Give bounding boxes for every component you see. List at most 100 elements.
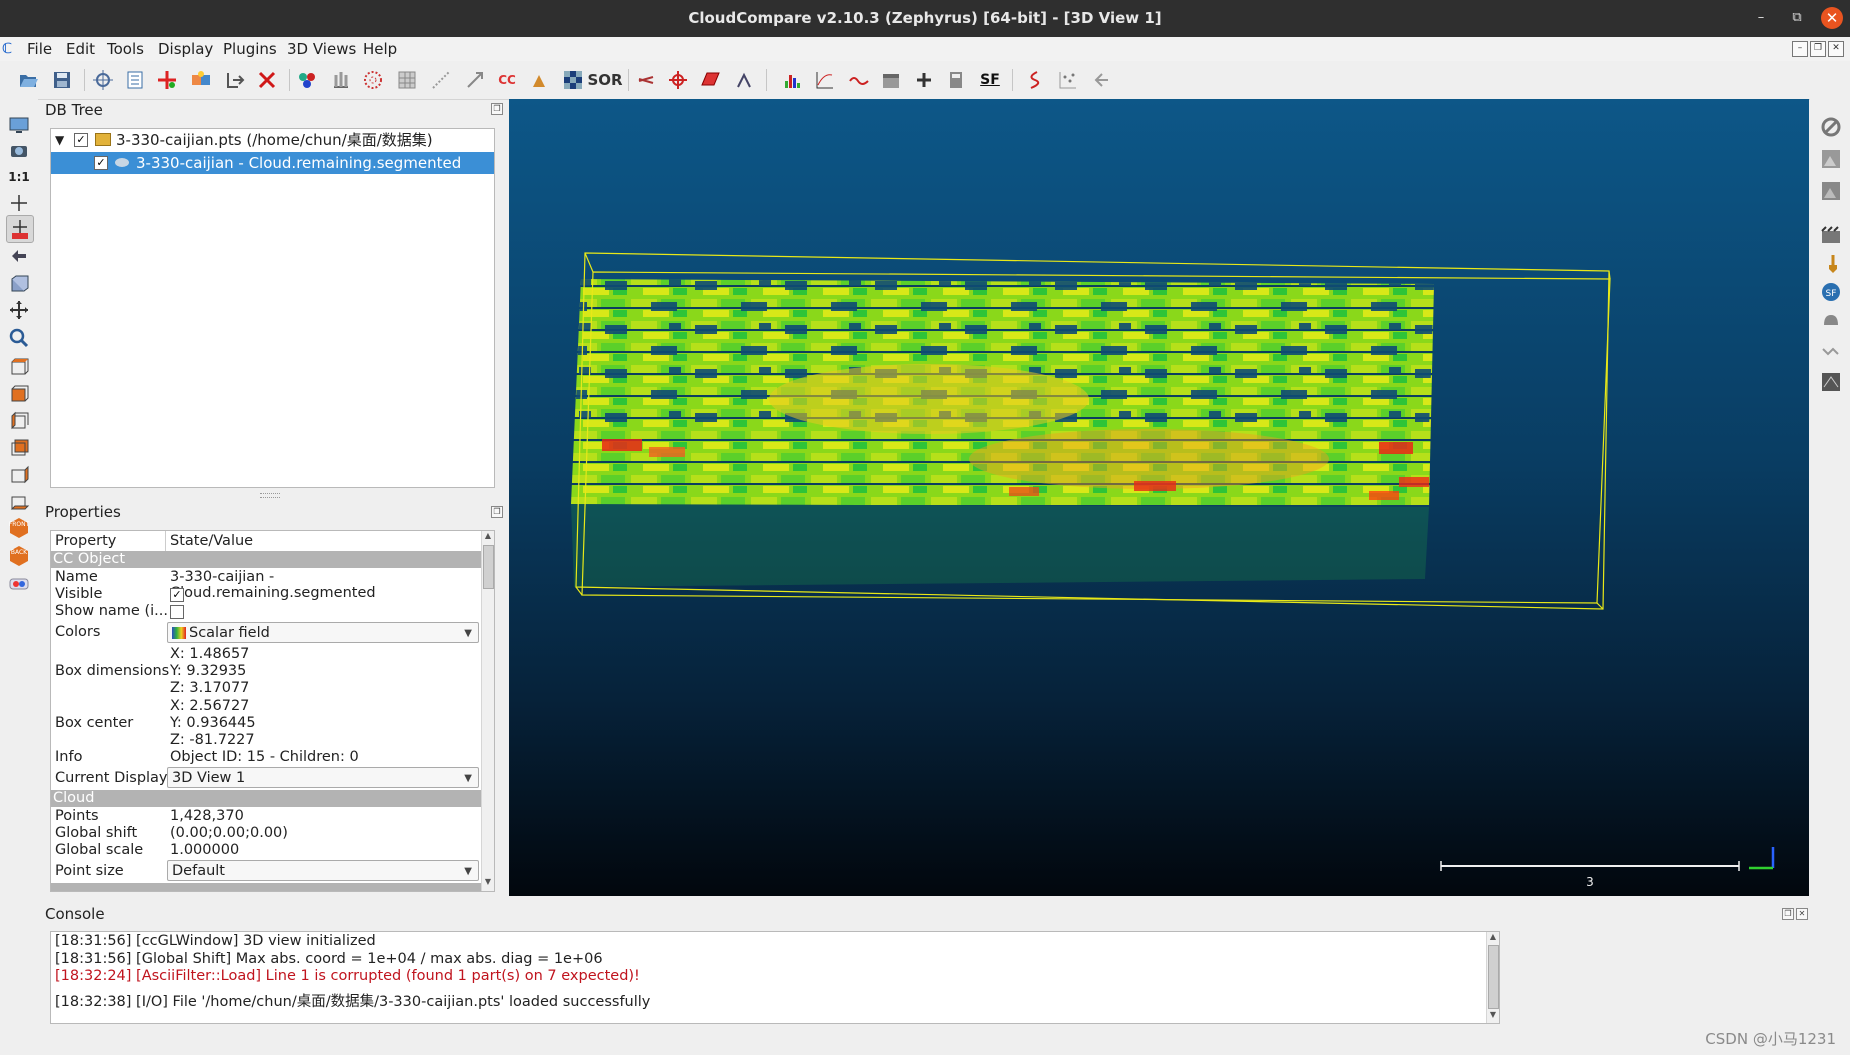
hpr-icon[interactable] (1818, 309, 1844, 335)
select-icon[interactable] (90, 67, 116, 93)
console-scrollbar[interactable]: ▲ ▼ (1486, 932, 1499, 1023)
move-icon[interactable] (6, 297, 32, 323)
back-label: BACK (11, 549, 28, 556)
film-icon[interactable] (1818, 223, 1844, 249)
curve-icon[interactable] (1021, 67, 1047, 93)
menu-edit[interactable]: Edit (66, 40, 95, 58)
console-log: [18:31:56] [ccGLWindow] 3D view initiali… (50, 931, 1500, 1024)
cloud-mesh-icon[interactable] (526, 67, 552, 93)
cloud-visible-checkbox[interactable]: ✓ (94, 156, 108, 170)
reset-icon[interactable] (1089, 67, 1115, 93)
menu-3d-views[interactable]: 3D Views (287, 40, 356, 58)
menu-plugins[interactable]: Plugins (223, 40, 277, 58)
cube-icon[interactable] (6, 271, 32, 297)
noise-icon[interactable] (1055, 67, 1081, 93)
display-icon[interactable] (6, 112, 32, 138)
add-icon[interactable] (911, 67, 937, 93)
sor-filter-icon[interactable]: SOR (587, 67, 622, 93)
plane-icon[interactable] (697, 67, 723, 93)
console-float-icon[interactable]: ❐ (1782, 908, 1794, 920)
sample-points-icon[interactable] (428, 67, 454, 93)
expand-arrow-icon[interactable]: ▼ (55, 129, 64, 151)
tree-root-label: 3-330-caijian.pts (/home/chun/桌面/数据集) (116, 131, 433, 149)
menu-tools[interactable]: Tools (107, 40, 144, 58)
list-icon[interactable] (122, 67, 148, 93)
menu-file[interactable]: File (27, 40, 52, 58)
merge-icon[interactable] (188, 67, 214, 93)
sf-icon[interactable]: SF (977, 67, 1003, 93)
point-picking-icon[interactable] (731, 67, 757, 93)
db-tree-float-icon[interactable]: ❐ (491, 103, 503, 115)
menu-help[interactable]: Help (363, 40, 397, 58)
mdi-close-icon[interactable]: ✕ (1828, 41, 1844, 57)
point-cloud-canvas[interactable]: 3 (509, 99, 1809, 896)
delete-icon[interactable] (254, 67, 280, 93)
menu-display[interactable]: Display (158, 40, 213, 58)
front-view-icon[interactable] (6, 380, 32, 406)
root-visible-checkbox[interactable]: ✓ (74, 133, 88, 147)
export-icon[interactable] (222, 67, 248, 93)
splitter-handle[interactable] (260, 493, 280, 498)
tree-cloud-row[interactable]: ✓ 3-330-caijian - Cloud.remaining.segmen… (51, 152, 494, 174)
back-view-icon[interactable] (6, 434, 32, 460)
console-close-icon[interactable]: ✕ (1796, 908, 1808, 920)
name-value[interactable]: 3-330-caijian - Cloud.remaining.segmente… (170, 569, 481, 601)
properties-scrollbar[interactable]: ▲ ▼ (481, 531, 494, 891)
histogram-icon[interactable] (780, 67, 806, 93)
properties-float-icon[interactable]: ❐ (491, 506, 503, 518)
tree-root-row[interactable]: ▼ ✓ 3-330-caijian.pts (/home/chun/桌面/数据集… (51, 129, 494, 151)
mls-icon[interactable] (1818, 339, 1844, 365)
col-icon[interactable] (1818, 146, 1844, 172)
min-max-icon[interactable] (846, 67, 872, 93)
plot-icon[interactable] (812, 67, 838, 93)
front-iso-icon[interactable]: FRONT (6, 515, 32, 541)
clone-icon[interactable] (154, 67, 180, 93)
colors-select[interactable]: Scalar field ▼ (167, 622, 479, 643)
translate-rotate-icon[interactable] (665, 67, 691, 93)
visible-checkbox[interactable]: ✓ (170, 588, 184, 602)
stereo-icon[interactable] (6, 571, 32, 597)
cc-distance-icon[interactable]: CC (494, 67, 520, 93)
point-size-select[interactable]: Default ▼ (167, 860, 479, 881)
scale-1-1-icon[interactable]: 1:1 (6, 164, 32, 190)
normals-icon[interactable] (328, 67, 354, 93)
sf-shader-icon[interactable]: SF (1818, 279, 1844, 305)
cross-icon[interactable] (6, 190, 32, 216)
3d-view[interactable]: 3 (509, 99, 1809, 896)
close-button[interactable]: ✕ (1821, 7, 1843, 29)
open-icon[interactable] (15, 67, 41, 93)
camera-icon[interactable] (6, 137, 32, 163)
scissors-icon[interactable] (633, 67, 659, 93)
pcv-icon[interactable] (1818, 369, 1844, 395)
right-view-icon[interactable] (6, 461, 32, 487)
rotate-icon[interactable] (6, 243, 32, 269)
save-icon[interactable] (49, 67, 75, 93)
mdi-restore-icon[interactable]: ❐ (1810, 41, 1826, 57)
left-view-icon[interactable] (6, 407, 32, 433)
brush-icon[interactable] (1818, 251, 1844, 277)
checker-icon[interactable] (560, 67, 586, 93)
scrollbar-thumb[interactable] (1488, 945, 1499, 1009)
transform-icon[interactable] (462, 67, 488, 93)
zoom-icon[interactable] (6, 325, 32, 351)
scale-bar-label: 3 (1586, 875, 1594, 889)
top-view-icon[interactable] (6, 353, 32, 379)
console-line-error: [18:32:24] [AsciiFilter::Load] Line 1 is… (55, 968, 640, 984)
auto-pivot-icon[interactable] (6, 215, 34, 243)
current-display-select[interactable]: 3D View 1 ▼ (167, 767, 479, 788)
octree-icon[interactable] (360, 67, 386, 93)
back-iso-icon[interactable]: BACK (6, 543, 32, 569)
calendar-icon[interactable] (878, 67, 904, 93)
ssao-icon[interactable] (1818, 178, 1844, 204)
show-name-checkbox[interactable] (170, 605, 184, 619)
scrollbar-thumb[interactable] (483, 545, 494, 589)
mesh-icon[interactable] (394, 67, 420, 93)
minimize-button[interactable]: – (1750, 7, 1772, 29)
calculator-icon[interactable] (943, 67, 969, 93)
bottom-view-icon[interactable] (6, 488, 32, 514)
console-line: [18:31:56] [Global Shift] Max abs. coord… (55, 951, 603, 967)
restore-button[interactable]: ⧉ (1786, 7, 1808, 29)
subsample-icon[interactable] (294, 67, 320, 93)
mdi-minimize-icon[interactable]: – (1792, 41, 1808, 57)
no-entry-icon[interactable] (1818, 114, 1844, 140)
